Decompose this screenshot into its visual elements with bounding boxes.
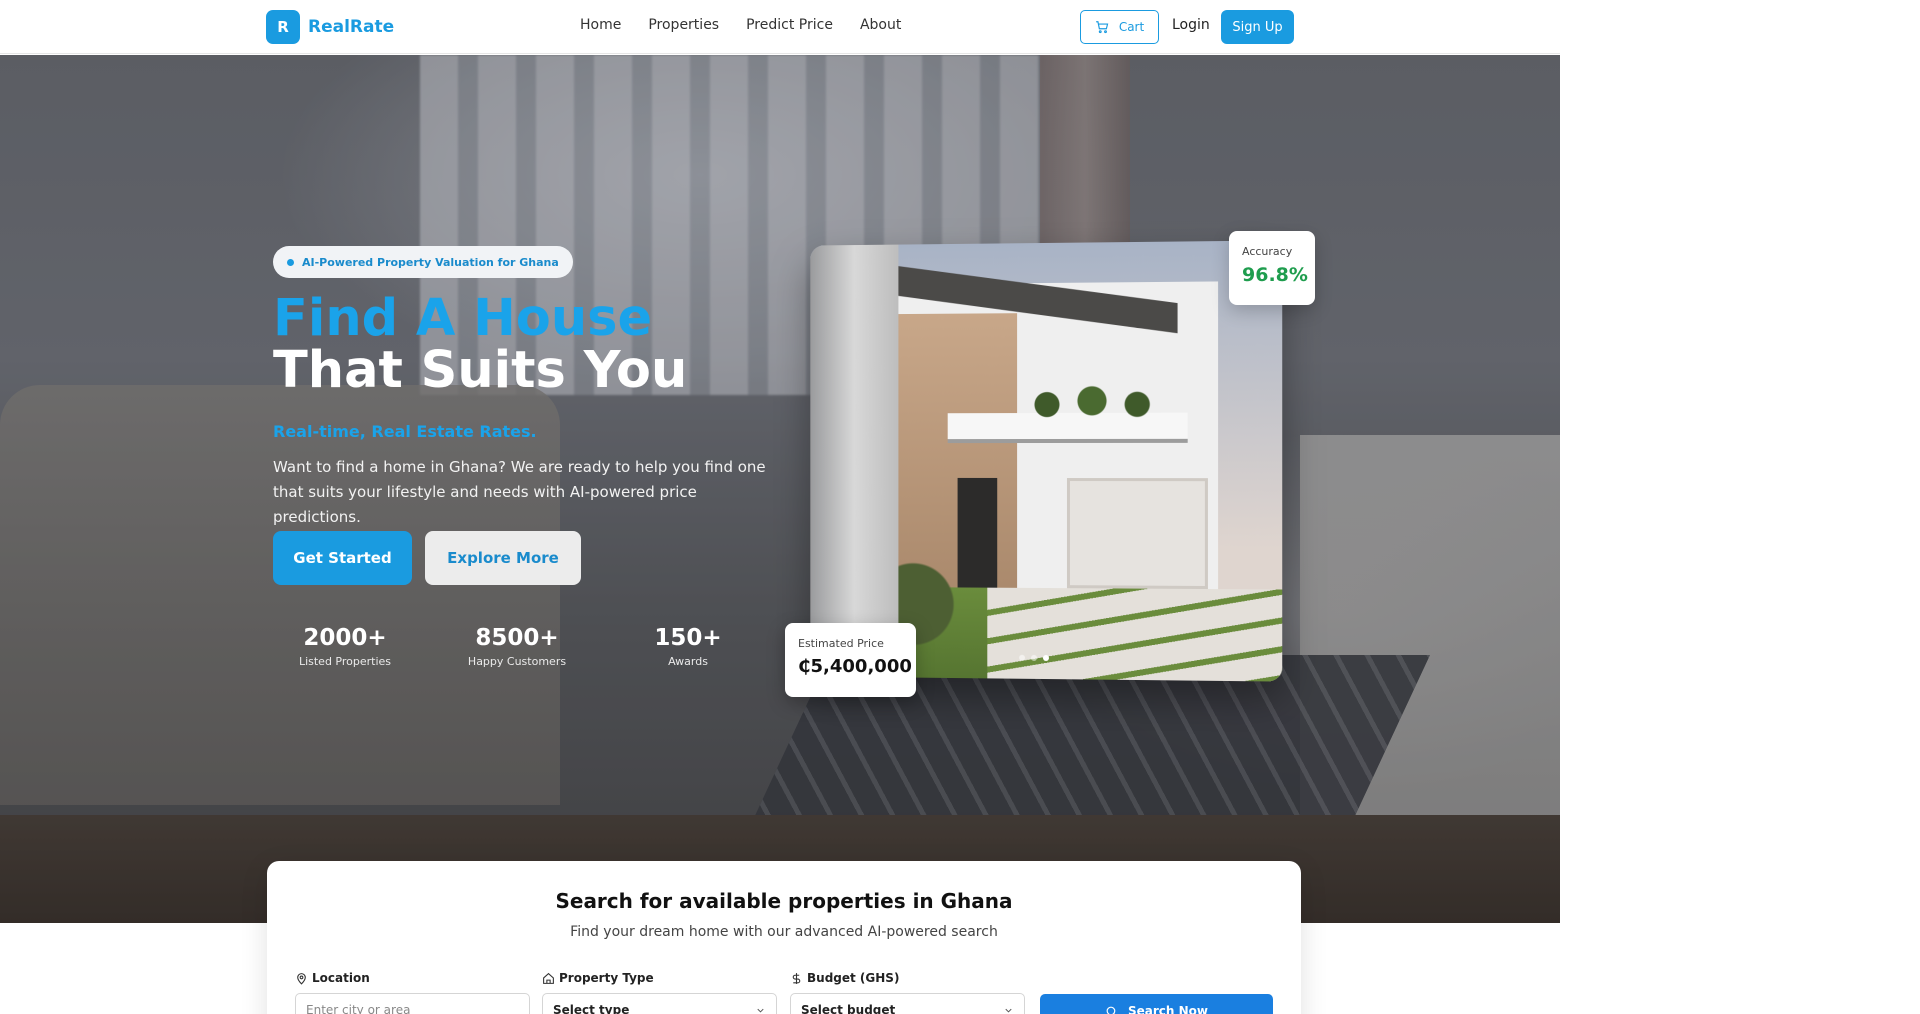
stat-awards: 150+ Awards xyxy=(613,625,763,668)
badge-text: AI-Powered Property Valuation for Ghana xyxy=(302,256,559,269)
hero-description: Want to find a home in Ghana? We are rea… xyxy=(273,455,773,530)
stat-value: 150+ xyxy=(613,625,763,651)
featured-house-image[interactable] xyxy=(810,240,1282,681)
brand-name: RealRate xyxy=(308,17,394,37)
login-link[interactable]: Login xyxy=(1172,17,1210,33)
hero-section: AI-Powered Property Valuation for Ghana … xyxy=(0,55,1560,923)
stat-happy-customers: 8500+ Happy Customers xyxy=(442,625,592,668)
location-field: Location xyxy=(295,971,530,1014)
cart-icon xyxy=(1095,20,1109,34)
map-pin-icon xyxy=(295,972,308,985)
accuracy-card: Accuracy 96.8% xyxy=(1229,231,1315,305)
estimated-price-card: Estimated Price ₵5,400,000 xyxy=(785,623,916,697)
location-label-text: Location xyxy=(312,971,370,985)
dollar-icon xyxy=(790,972,803,985)
stat-value: 8500+ xyxy=(442,625,592,651)
nav-link-properties[interactable]: Properties xyxy=(648,17,719,33)
top-nav: R RealRate Home Properties Predict Price… xyxy=(0,0,1560,54)
budget-select[interactable]: Select budget xyxy=(790,993,1025,1014)
property-type-field: Property Type Select type xyxy=(542,971,777,1014)
nav-link-about[interactable]: About xyxy=(860,17,901,33)
hero-badge: AI-Powered Property Valuation for Ghana xyxy=(273,246,573,278)
nav-link-home[interactable]: Home xyxy=(580,17,621,33)
accuracy-label: Accuracy xyxy=(1242,245,1315,258)
budget-label-text: Budget (GHS) xyxy=(807,971,899,985)
search-title: Search for available properties in Ghana xyxy=(267,889,1301,913)
cart-label: Cart xyxy=(1119,20,1144,34)
stat-value: 2000+ xyxy=(270,625,420,651)
stat-label: Listed Properties xyxy=(270,655,420,668)
hero-title-line1: Find A House xyxy=(273,293,652,345)
property-type-label: Property Type xyxy=(542,971,777,985)
stat-label: Awards xyxy=(613,655,763,668)
search-icon xyxy=(1105,1005,1118,1014)
chevron-down-icon xyxy=(755,1005,766,1014)
location-input[interactable] xyxy=(306,1003,519,1014)
carousel-dot[interactable] xyxy=(1031,655,1037,661)
home-icon xyxy=(542,972,555,985)
hero-title-line2: That Suits You xyxy=(273,345,687,397)
stat-listed-properties: 2000+ Listed Properties xyxy=(270,625,420,668)
carousel-dot-active[interactable] xyxy=(1043,655,1049,661)
hero-tagline: Real-time, Real Estate Rates. xyxy=(273,422,537,441)
property-type-value: Select type xyxy=(553,1003,629,1014)
nav-link-predict-price[interactable]: Predict Price xyxy=(746,17,833,33)
logo-mark: R xyxy=(266,10,300,44)
hero-overlay xyxy=(0,55,1560,923)
search-now-button[interactable]: Search Now xyxy=(1040,994,1273,1014)
carousel-dot[interactable] xyxy=(1019,655,1025,661)
search-subtitle: Find your dream home with our advanced A… xyxy=(267,924,1301,940)
carousel-dots xyxy=(1019,655,1049,661)
accuracy-value: 96.8% xyxy=(1242,264,1315,286)
location-input-box[interactable] xyxy=(295,993,530,1014)
property-type-label-text: Property Type xyxy=(559,971,654,985)
stat-label: Happy Customers xyxy=(442,655,592,668)
signup-button[interactable]: Sign Up xyxy=(1221,10,1294,44)
get-started-button[interactable]: Get Started xyxy=(273,531,412,585)
brand-logo[interactable]: R RealRate xyxy=(266,10,394,44)
nav-links: Home Properties Predict Price About xyxy=(580,17,901,33)
chevron-down-icon xyxy=(1003,1005,1014,1014)
explore-more-button[interactable]: Explore More xyxy=(425,531,581,585)
search-now-label: Search Now xyxy=(1128,1004,1208,1014)
property-type-select[interactable]: Select type xyxy=(542,993,777,1014)
location-label: Location xyxy=(295,971,530,985)
cart-button[interactable]: Cart xyxy=(1080,10,1159,44)
property-search-panel: Search for available properties in Ghana… xyxy=(267,861,1301,1014)
budget-field: Budget (GHS) Select budget xyxy=(790,971,1025,1014)
estimated-price-value: ₵5,400,000 xyxy=(798,656,916,677)
estimated-price-label: Estimated Price xyxy=(798,637,916,650)
budget-label: Budget (GHS) xyxy=(790,971,1025,985)
budget-value: Select budget xyxy=(801,1003,895,1014)
badge-dot-icon xyxy=(287,259,294,266)
